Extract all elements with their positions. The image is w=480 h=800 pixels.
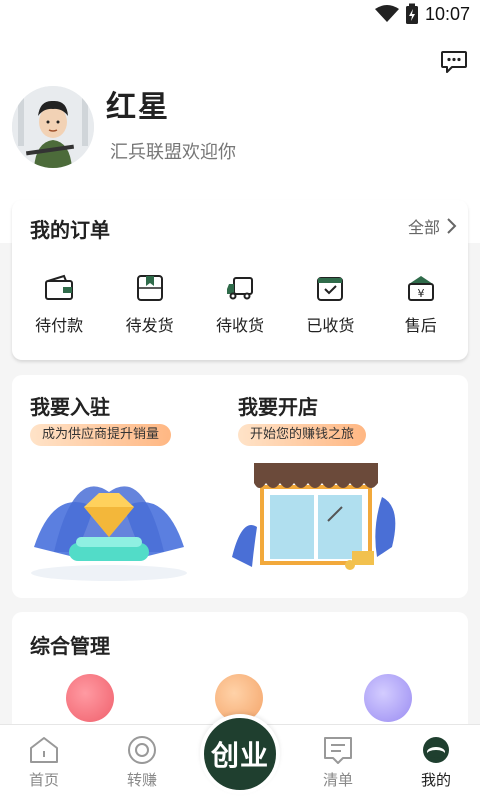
orders-view-all[interactable]: 全部 <box>408 214 458 238</box>
svg-text:¥: ¥ <box>417 287 424 300</box>
storefront-illustration-icon <box>232 463 396 570</box>
supplier-pill: 成为供应商提升销量 <box>30 424 172 446</box>
my-orders-card: 我的订单 全部 待付款 待发货 待收货 已收货 ¥ 售后 <box>12 200 468 360</box>
avatar[interactable] <box>12 86 94 168</box>
view-all-label: 全部 <box>407 218 440 237</box>
diamond-illustration-icon <box>31 486 187 581</box>
management-title: 综合管理 <box>30 634 110 658</box>
store-pill: 开始您的赚钱之旅 <box>238 424 367 446</box>
supplier-join-entry[interactable]: 我要入驻 成为供应商提升销量 <box>12 375 212 598</box>
tab-list[interactable]: 清单 <box>298 735 378 790</box>
order-pending-receipt[interactable]: 待收货 <box>200 274 280 336</box>
tab-label: 清单 <box>322 771 353 789</box>
open-store-entry[interactable]: 我要开店 开始您的赚钱之旅 <box>220 375 450 598</box>
status-time: 10:07 <box>424 3 470 24</box>
tab-label: 首页 <box>28 771 59 789</box>
welcome-text: 汇兵联盟欢迎你 <box>110 142 236 163</box>
order-pending-shipment[interactable]: 待发货 <box>110 274 190 336</box>
order-pending-payment[interactable]: 待付款 <box>19 274 99 336</box>
order-label: 待发货 <box>125 316 174 335</box>
message-icon[interactable] <box>440 50 468 74</box>
order-label: 待收货 <box>215 316 264 335</box>
order-received[interactable]: 已收货 <box>290 274 370 336</box>
wifi-icon <box>374 5 399 22</box>
settle-card: 我要入驻 成为供应商提升销量 我要开店 开始您的赚钱之旅 <box>12 375 468 598</box>
order-status-row: 待付款 待发货 待收货 已收货 ¥ 售后 <box>12 274 468 336</box>
center-button-label: 创业 <box>210 739 269 772</box>
after-sales-icon: ¥ <box>407 276 434 301</box>
orders-title: 我的订单 <box>30 218 110 242</box>
users-icon[interactable] <box>364 674 412 722</box>
tab-share-earn[interactable]: 转赚 <box>102 735 182 790</box>
tab-home[interactable]: 首页 <box>4 735 84 790</box>
wallet-icon <box>45 274 74 300</box>
package-icon <box>136 275 163 301</box>
status-bar: 10:07 <box>0 0 480 28</box>
tab-label: 转赚 <box>126 771 157 789</box>
truck-icon <box>226 277 253 300</box>
order-label: 待付款 <box>35 316 84 335</box>
soldier-avatar-icon <box>12 86 94 168</box>
status-indicators: 10:07 <box>374 3 470 25</box>
building-icon[interactable] <box>66 674 114 722</box>
order-label: 已收货 <box>306 316 355 335</box>
order-label: 售后 <box>404 316 437 335</box>
user-name: 红星 <box>106 90 170 125</box>
received-box-icon <box>317 277 344 301</box>
home-icon <box>30 737 58 763</box>
profile-icon <box>423 737 449 763</box>
startup-center-button[interactable]: 创业 <box>200 714 280 794</box>
chevron-right-icon <box>447 218 457 234</box>
share-earn-icon <box>128 736 156 764</box>
order-after-sales[interactable]: ¥ 售后 <box>381 274 461 336</box>
list-icon <box>324 737 352 764</box>
supplier-title: 我要入驻 <box>30 395 110 419</box>
tab-label: 我的 <box>420 771 451 789</box>
battery-charging-icon <box>405 3 418 24</box>
store-title: 我要开店 <box>238 395 318 419</box>
tab-profile[interactable]: 我的 <box>396 735 476 790</box>
